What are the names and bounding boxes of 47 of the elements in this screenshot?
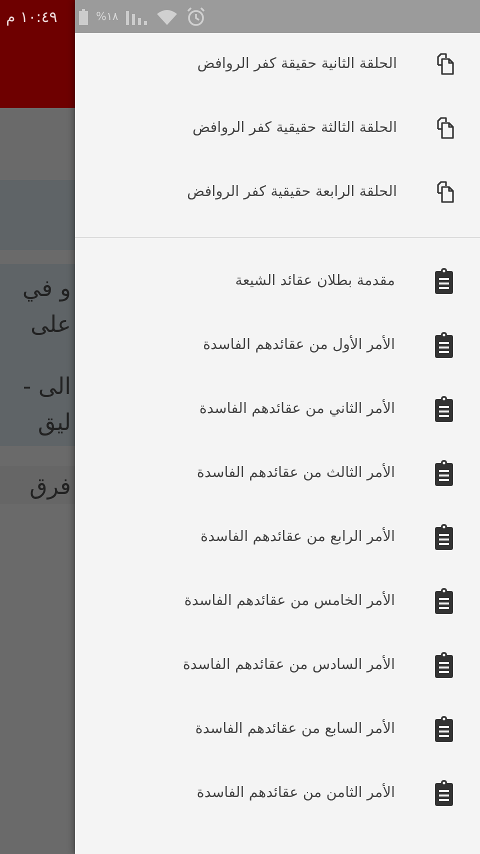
article-text: الى - <box>22 374 71 400</box>
drawer-item[interactable]: الأمر الخامس من عقائدهم الفاسدة <box>75 569 480 633</box>
clipboard-icon <box>433 588 455 614</box>
copy-icon <box>435 117 455 139</box>
item-label: الأمر الخامس من عقائدهم الفاسدة <box>184 593 395 609</box>
alarm-icon <box>186 6 206 26</box>
clock-text: ١٠:٤٩ م <box>6 8 58 26</box>
wifi-icon <box>156 8 178 26</box>
item-label: الأمر الثالث من عقائدهم الفاسدة <box>196 465 395 481</box>
item-label: الأمر الثاني من عقائدهم الفاسدة <box>199 401 395 417</box>
drawer-item[interactable]: الأمر الثالث من عقائدهم الفاسدة <box>75 441 480 505</box>
drawer-item[interactable]: الأمر السادس من عقائدهم الفاسدة <box>75 633 480 697</box>
drawer-item[interactable]: الأمر الثاني من عقائدهم الفاسدة <box>75 377 480 441</box>
article-text: على <box>30 312 71 338</box>
clipboard-icon <box>433 332 455 358</box>
clipboard-icon <box>433 268 455 294</box>
article-text: ليق <box>38 410 71 436</box>
drawer-item[interactable]: الحلقة الرابعة حقيقية كفر الروافض <box>75 160 480 224</box>
clipboard-icon <box>433 716 455 742</box>
clipboard-icon <box>433 396 455 422</box>
clipboard-icon <box>433 652 455 678</box>
item-label: الأمر السادس من عقائدهم الفاسدة <box>182 657 395 673</box>
item-label: مقدمة بطلان عقائد الشيعة <box>235 273 395 289</box>
drawer-item[interactable]: الحلقة الثانية حقيقة كفر الروافض <box>75 32 480 96</box>
item-label: الأمر الرابع من عقائدهم الفاسدة <box>200 529 395 545</box>
item-label: الأمر السابع من عقائدهم الفاسدة <box>195 721 395 737</box>
article-text: و في <box>22 276 71 302</box>
item-label: الحلقة الرابعة حقيقية كفر الروافض <box>186 184 397 200</box>
battery-icon <box>79 8 88 24</box>
drawer-item[interactable]: الأمر الأول من عقائدهم الفاسدة <box>75 313 480 377</box>
item-label: الحلقة الثانية حقيقة كفر الروافض <box>197 56 397 72</box>
drawer-item[interactable]: الأمر الثامن من عقائدهم الفاسدة <box>75 761 480 825</box>
drawer-item[interactable]: مقدمة بطلان عقائد الشيعة <box>75 249 480 313</box>
item-label: الأمر الثامن من عقائدهم الفاسدة <box>196 785 395 801</box>
drawer-item[interactable]: الأمر الرابع من عقائدهم الفاسدة <box>75 505 480 569</box>
item-label: الأمر الأول من عقائدهم الفاسدة <box>202 337 395 353</box>
drawer-item[interactable]: الحلقة الثالثة حقيقية كفر الروافض <box>75 96 480 160</box>
clipboard-icon <box>433 780 455 806</box>
clipboard-icon <box>433 460 455 486</box>
clipboard-icon <box>433 524 455 550</box>
battery-percent: %١٨ <box>96 10 118 23</box>
signal-icon <box>126 8 148 24</box>
copy-icon <box>435 53 455 75</box>
item-label: الحلقة الثالثة حقيقية كفر الروافض <box>192 120 397 136</box>
drawer-item[interactable]: الأمر السابع من عقائدهم الفاسدة <box>75 697 480 761</box>
article-text: فرق <box>29 474 71 500</box>
copy-icon <box>435 181 455 203</box>
